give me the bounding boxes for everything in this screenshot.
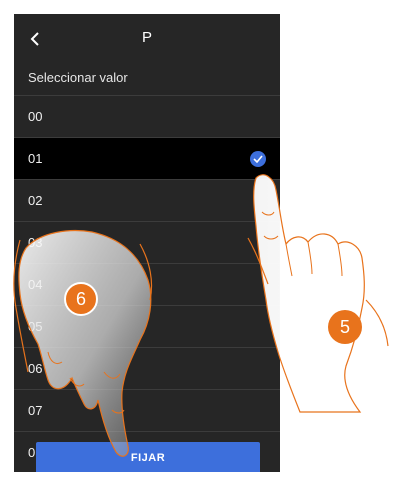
- value-item-01[interactable]: 01: [14, 137, 280, 179]
- value-label: 05: [28, 319, 43, 334]
- value-label: 00: [28, 109, 43, 124]
- value-item-04[interactable]: 04: [14, 263, 280, 305]
- step-badge-6: 6: [64, 282, 98, 316]
- value-item-07[interactable]: 07: [14, 389, 280, 431]
- value-label: 01: [28, 151, 43, 166]
- value-item-03[interactable]: 03: [14, 221, 280, 263]
- value-item-02[interactable]: 02: [14, 179, 280, 221]
- step-badge-5: 5: [328, 310, 362, 344]
- value-label: 0: [28, 445, 36, 460]
- value-item-00[interactable]: 00: [14, 95, 280, 137]
- top-bar: P: [14, 14, 280, 62]
- device-screen: P Seleccionar valor 00 01 02 03 04 05 06: [14, 14, 280, 472]
- page-title: P: [141, 29, 152, 46]
- value-label: 03: [28, 235, 43, 250]
- value-list: 00 01 02 03 04 05 06 07 0: [14, 95, 280, 472]
- select-value-label: Seleccionar valor: [28, 70, 128, 85]
- value-label: 02: [28, 193, 43, 208]
- value-label: 07: [28, 403, 43, 418]
- value-label: 06: [28, 361, 43, 376]
- value-label: 04: [28, 277, 43, 292]
- value-item-06[interactable]: 06: [14, 347, 280, 389]
- check-icon: [250, 151, 266, 167]
- fijar-button[interactable]: FIJAR: [36, 442, 260, 472]
- value-item-05[interactable]: 05: [14, 305, 280, 347]
